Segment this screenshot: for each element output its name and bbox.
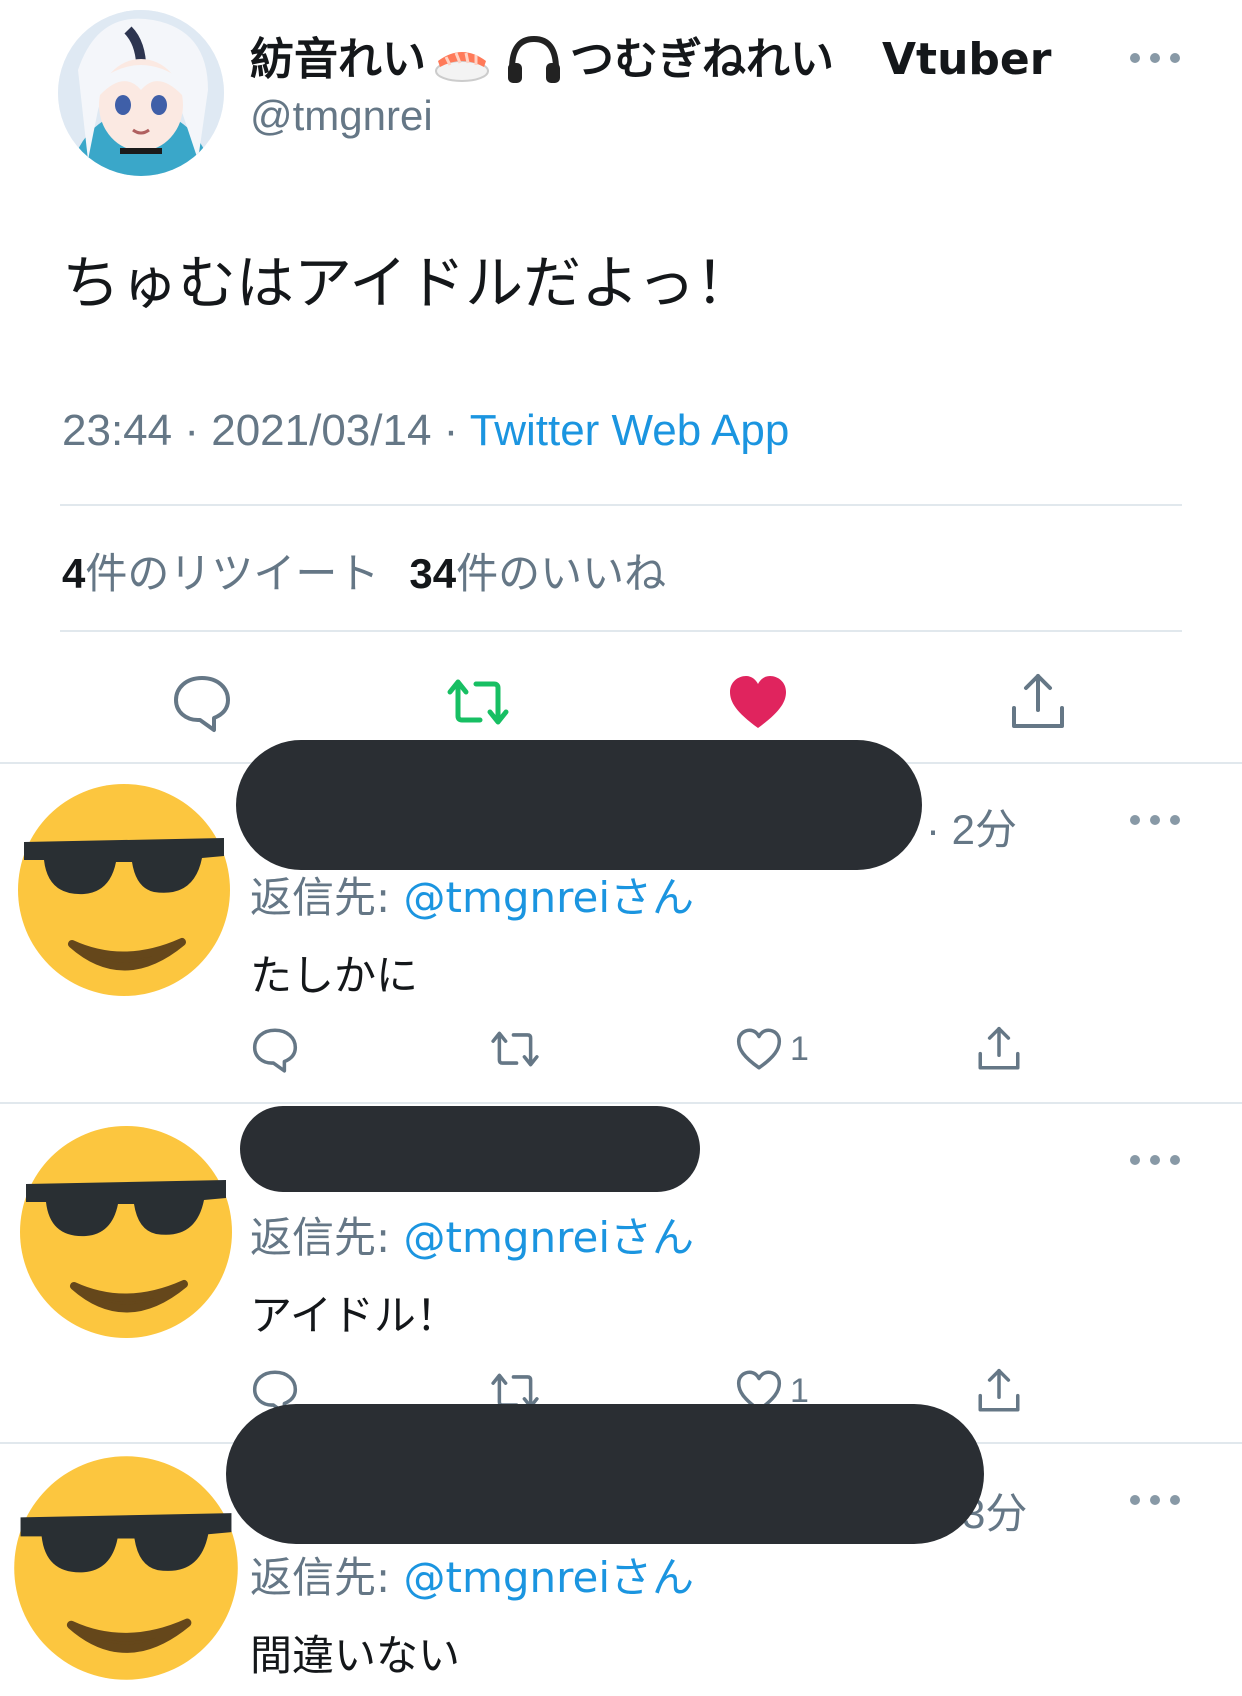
reply-to-handle[interactable]: @tmgnreiさん	[404, 1553, 695, 1602]
retweet-count: 4	[62, 550, 86, 597]
like-count: 1	[790, 1029, 809, 1068]
meta-separator: ·	[172, 406, 212, 455]
redacted-name	[240, 1106, 700, 1192]
tweet-source[interactable]: Twitter Web App	[470, 406, 790, 455]
more-icon[interactable]	[1130, 1490, 1180, 1510]
display-name[interactable]: 紡音れい つむぎねれい Vtuber	[250, 30, 1051, 90]
more-icon[interactable]	[1130, 810, 1180, 830]
retweet-icon[interactable]	[490, 1024, 540, 1074]
heart-icon	[736, 1028, 782, 1070]
divider	[60, 630, 1182, 632]
display-name-text: 紡音れい	[250, 34, 426, 85]
tweet-meta: 23:44 · 2021/03/14 · Twitter Web App	[62, 406, 789, 456]
more-icon[interactable]	[1130, 1150, 1180, 1170]
reply-to-handle[interactable]: @tmgnreiさん	[404, 873, 695, 922]
retweet-icon[interactable]	[446, 670, 510, 734]
meta-separator: ·	[431, 406, 470, 455]
retweet-label: 件のリツイート	[85, 549, 380, 598]
divider	[0, 1102, 1242, 1104]
reply-to: 返信先: @tmgnreiさん	[250, 1204, 694, 1265]
retweet-stat[interactable]: 4件のリツイート	[62, 549, 379, 598]
reply-icon[interactable]	[170, 670, 234, 734]
headphone-icon	[504, 35, 564, 85]
tweet-date: 2021/03/14	[211, 406, 432, 455]
like-stat[interactable]: 34件のいいね	[409, 549, 666, 598]
reply-to-label: 返信先:	[250, 1553, 404, 1602]
divider	[60, 504, 1182, 506]
reply-to: 返信先: @tmgnreiさん	[250, 1544, 694, 1605]
display-name-suffix: Vtuber	[882, 34, 1052, 85]
share-icon[interactable]	[974, 1366, 1024, 1416]
reply-icon[interactable]	[250, 1024, 300, 1074]
reply-text: アイドル！	[250, 1291, 458, 1340]
reply-to-label: 返信先:	[250, 873, 404, 922]
like-label: 件のいいね	[456, 549, 667, 598]
avatar[interactable]	[14, 780, 234, 1000]
avatar[interactable]	[58, 10, 224, 176]
tweet-text: ちゅむはアイドルだよっ！	[62, 249, 754, 317]
tweet-stats: 4件のリツイート 34件のいいね	[62, 540, 666, 601]
reply-to-label: 返信先:	[250, 1213, 404, 1262]
handle[interactable]: @tmgnrei	[250, 92, 433, 140]
redacted-name	[226, 1404, 984, 1544]
reply-time: · 2分	[926, 806, 1018, 853]
display-name-text-kana: つむぎねれい	[570, 34, 834, 85]
like-button[interactable]: 1	[734, 1024, 809, 1074]
avatar[interactable]	[10, 1452, 242, 1684]
share-icon[interactable]	[1006, 670, 1070, 734]
reply-to-handle[interactable]: @tmgnreiさん	[404, 1213, 695, 1262]
share-icon[interactable]	[974, 1024, 1024, 1074]
reply-text: 間違いない	[250, 1631, 461, 1680]
like-icon[interactable]	[726, 670, 790, 734]
like-count: 34	[409, 550, 457, 597]
redacted-name	[236, 740, 922, 870]
sushi-icon	[432, 35, 492, 85]
avatar[interactable]	[16, 1122, 236, 1342]
reply-to: 返信先: @tmgnreiさん	[250, 864, 694, 925]
more-icon[interactable]	[1130, 48, 1180, 68]
tweet-time: 23:44	[62, 406, 173, 455]
reply-text: たしかに	[250, 951, 419, 1000]
